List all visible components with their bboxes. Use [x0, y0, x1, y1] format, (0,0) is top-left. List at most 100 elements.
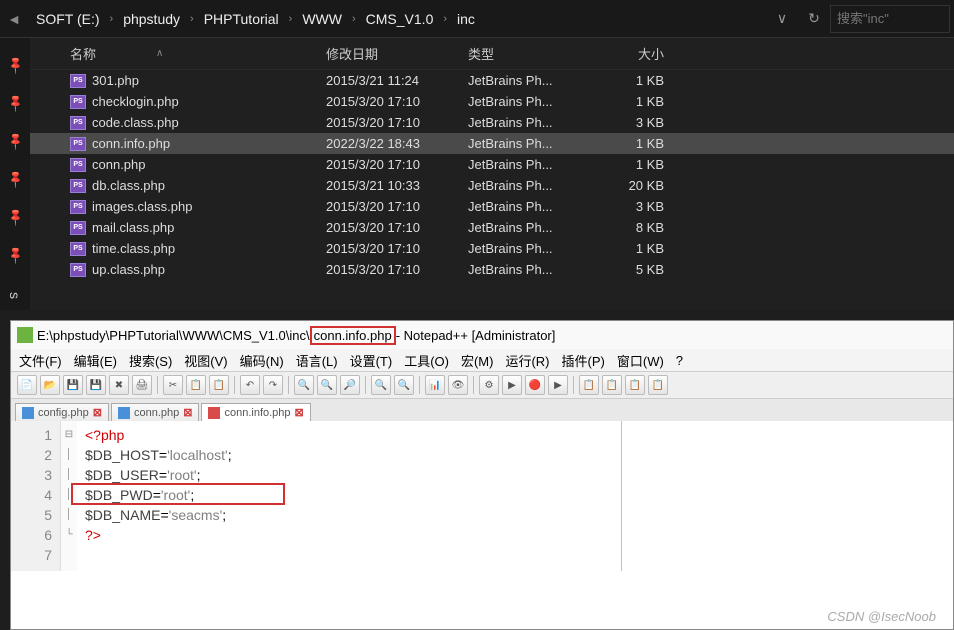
toolbar-button[interactable]: ↶	[240, 375, 260, 395]
file-type: JetBrains Ph...	[468, 199, 584, 214]
menu-item[interactable]: 语言(L)	[296, 351, 338, 370]
toolbar-button[interactable]: 📋	[579, 375, 599, 395]
tab-close-icon[interactable]: ⊠	[183, 406, 192, 419]
toolbar-button[interactable]: ▶	[502, 375, 522, 395]
toolbar-button[interactable]: ⚙	[479, 375, 499, 395]
toolbar-button[interactable]: 📄	[17, 375, 37, 395]
breadcrumb-item[interactable]: PHPTutorial	[198, 9, 285, 29]
pin-icon[interactable]: 📌	[5, 207, 25, 227]
file-size: 1 KB	[584, 157, 664, 172]
file-size: 1 KB	[584, 136, 664, 151]
file-type: JetBrains Ph...	[468, 262, 584, 277]
toolbar-button[interactable]: 📊	[425, 375, 445, 395]
toolbar-separator	[365, 376, 366, 394]
file-row[interactable]: PSmail.class.php 2015/3/20 17:10 JetBrai…	[30, 217, 954, 238]
tab-label: conn.php	[134, 407, 179, 419]
file-row[interactable]: PStime.class.php 2015/3/20 17:10 JetBrai…	[30, 238, 954, 259]
file-row[interactable]: PSconn.php 2015/3/20 17:10 JetBrains Ph.…	[30, 154, 954, 175]
dropdown-icon[interactable]: ∨	[766, 5, 798, 33]
toolbar-button[interactable]: 🔍	[371, 375, 391, 395]
toolbar-button[interactable]: 💾	[63, 375, 83, 395]
breadcrumb-item[interactable]: SOFT (E:)	[30, 9, 106, 29]
refresh-icon[interactable]: ↻	[798, 5, 830, 33]
toolbar-button[interactable]: ↷	[263, 375, 283, 395]
file-type: JetBrains Ph...	[468, 157, 584, 172]
toolbar-button[interactable]: 📋	[209, 375, 229, 395]
toolbar-button[interactable]: ✖	[109, 375, 129, 395]
pin-icon[interactable]: 📌	[5, 131, 25, 151]
file-date: 2022/3/22 18:43	[326, 136, 468, 151]
tab-close-icon[interactable]: ⊠	[93, 406, 102, 419]
toolbar-button[interactable]: 📂	[40, 375, 60, 395]
tab-close-icon[interactable]: ⊠	[295, 406, 304, 419]
toolbar-separator	[419, 376, 420, 394]
file-row[interactable]: PSup.class.php 2015/3/20 17:10 JetBrains…	[30, 259, 954, 280]
file-name: checklogin.php	[92, 94, 179, 109]
toolbar-button[interactable]: 🖨	[132, 375, 152, 395]
file-row[interactable]: PSdb.class.php 2015/3/21 10:33 JetBrains…	[30, 175, 954, 196]
file-date: 2015/3/20 17:10	[326, 220, 468, 235]
menu-item[interactable]: 视图(V)	[184, 351, 227, 370]
editor-tab[interactable]: conn.info.php ⊠	[201, 403, 310, 421]
menu-item[interactable]: 文件(F)	[19, 351, 62, 370]
toolbar-button[interactable]: 🔎	[340, 375, 360, 395]
editor-tab[interactable]: conn.php ⊠	[111, 403, 199, 421]
menu-item[interactable]: 宏(M)	[461, 351, 494, 370]
menu-item[interactable]: 运行(R)	[505, 351, 549, 370]
fold-column[interactable]: ⊟││││└	[61, 421, 77, 571]
file-row[interactable]: PSchecklogin.php 2015/3/20 17:10 JetBrai…	[30, 91, 954, 112]
menu-item[interactable]: 编码(N)	[240, 351, 284, 370]
menu-item[interactable]: 工具(O)	[404, 351, 449, 370]
toolbar-button[interactable]: ▶	[548, 375, 568, 395]
file-type: JetBrains Ph...	[468, 220, 584, 235]
code-editor[interactable]: 1234567 ⊟││││└ <?php $DB_HOST='localhost…	[11, 421, 953, 571]
file-row[interactable]: PScode.class.php 2015/3/20 17:10 JetBrai…	[30, 112, 954, 133]
toolbar-button[interactable]: 📋	[648, 375, 668, 395]
file-name: db.class.php	[92, 178, 165, 193]
toolbar-button[interactable]: 🔍	[294, 375, 314, 395]
breadcrumb-item[interactable]: inc	[451, 9, 481, 29]
pin-icon[interactable]: 📌	[5, 169, 25, 189]
toolbar-button[interactable]: 💾	[86, 375, 106, 395]
column-size[interactable]: 大小	[584, 44, 664, 63]
breadcrumb-item[interactable]: CMS_V1.0	[360, 9, 440, 29]
back-icon[interactable]: ◄	[4, 11, 24, 27]
npp-toolbar: 📄📂💾💾✖🖨✂📋📋↶↷🔍🔍🔎🔍🔍📊👁⚙▶🔴▶📋📋📋📋	[11, 371, 953, 399]
breadcrumb-item[interactable]: phpstudy	[117, 9, 186, 29]
tab-status-icon	[118, 407, 130, 419]
search-input[interactable]	[830, 5, 950, 33]
toolbar-button[interactable]: ✂	[163, 375, 183, 395]
menu-item[interactable]: 编辑(E)	[74, 351, 117, 370]
column-date[interactable]: 修改日期	[326, 44, 468, 63]
toolbar-button[interactable]: 🔍	[394, 375, 414, 395]
editor-tab[interactable]: config.php⊠	[15, 403, 109, 421]
pin-icon[interactable]: 📌	[5, 93, 25, 113]
menu-item[interactable]: 搜索(S)	[129, 351, 172, 370]
toolbar-button[interactable]: 📋	[186, 375, 206, 395]
pin-icon[interactable]: 📌	[5, 245, 25, 265]
file-date: 2015/3/20 17:10	[326, 157, 468, 172]
code-content[interactable]: <?php $DB_HOST='localhost'; $DB_USER='ro…	[77, 421, 953, 571]
menu-item[interactable]: 设置(T)	[350, 351, 393, 370]
highlighted-filename: conn.info.php	[310, 326, 396, 345]
tab-label: conn.info.php	[224, 407, 290, 419]
toolbar-button[interactable]: 🔴	[525, 375, 545, 395]
toolbar-button[interactable]: 📋	[602, 375, 622, 395]
menu-item[interactable]: 插件(P)	[562, 351, 605, 370]
menu-item[interactable]: 窗口(W)	[617, 351, 664, 370]
file-row[interactable]: PSimages.class.php 2015/3/20 17:10 JetBr…	[30, 196, 954, 217]
breadcrumb-item[interactable]: WWW	[296, 9, 348, 29]
file-row[interactable]: PS301.php 2015/3/21 11:24 JetBrains Ph..…	[30, 70, 954, 91]
tab-status-icon	[208, 407, 220, 419]
toolbar-button[interactable]: 📋	[625, 375, 645, 395]
column-type[interactable]: 类型	[468, 44, 584, 63]
pin-icon[interactable]: 📌	[5, 55, 25, 75]
php-file-icon: PS	[70, 221, 86, 235]
menu-item[interactable]: ?	[676, 353, 683, 368]
tab-status-icon	[22, 407, 34, 419]
toolbar-button[interactable]: 👁	[448, 375, 468, 395]
toolbar-button[interactable]: 🔍	[317, 375, 337, 395]
column-name[interactable]: 名称∧	[70, 44, 326, 63]
file-row[interactable]: PSconn.info.php 2022/3/22 18:43 JetBrain…	[30, 133, 954, 154]
file-date: 2015/3/20 17:10	[326, 241, 468, 256]
